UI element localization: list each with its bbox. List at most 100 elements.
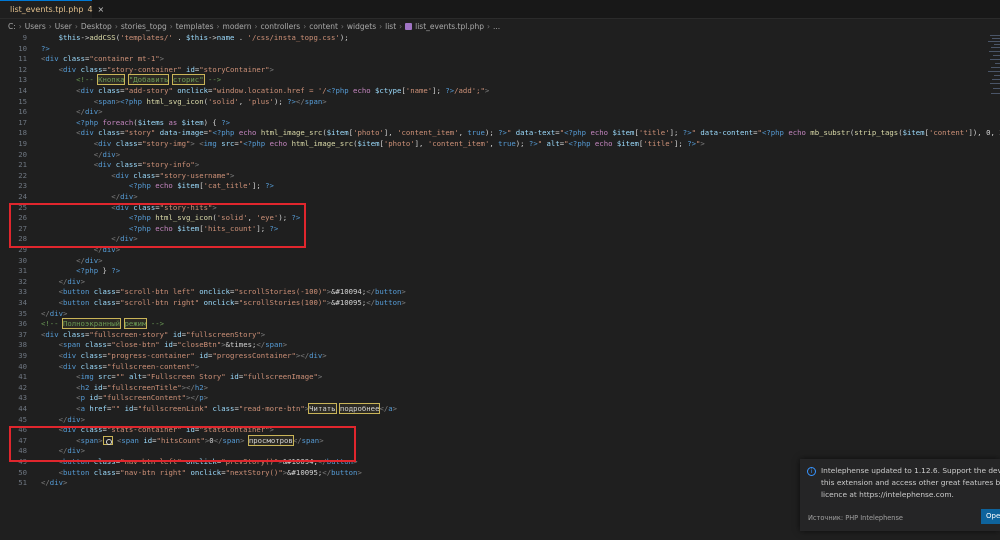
breadcrumb-item[interactable]: C: <box>8 22 16 31</box>
code-line[interactable]: 21 <div class="story-info"> <box>0 160 1000 171</box>
tab-problem-count: 4 <box>87 5 93 14</box>
code-line[interactable]: 16 </div> <box>0 107 1000 118</box>
line-number: 41 <box>18 372 27 382</box>
breadcrumb-item[interactable]: widgets <box>347 22 376 31</box>
code-text: <div class="container mt-1"> <box>41 54 165 64</box>
breadcrumb-item[interactable]: User <box>55 22 72 31</box>
code-line[interactable]: 39 <div class="progress-container" id="p… <box>0 351 1000 362</box>
code-line[interactable]: 15 <span><?php html_svg_icon('solid', 'p… <box>0 97 1000 108</box>
code-line[interactable]: 13 <!-- Кнопка "Добавить сторис" --> <box>0 74 1000 86</box>
line-number: 22 <box>18 170 27 180</box>
code-line[interactable]: 11 <div class="container mt-1"> <box>0 54 1000 65</box>
notification-source: Источник: PHP Intelephense <box>808 514 903 522</box>
code-line[interactable]: 34 <button class="scroll-btn right" oncl… <box>0 298 1000 309</box>
minimap-line <box>994 75 1000 76</box>
breadcrumb-item[interactable]: templates <box>176 22 214 31</box>
line-number: 9 <box>22 33 27 42</box>
line-number: 20 <box>18 149 27 159</box>
code-line[interactable]: 32 </div> <box>0 277 1000 288</box>
breadcrumb-item[interactable]: Desktop <box>81 22 112 31</box>
code-text: <div class="progress-container" id="prog… <box>58 351 327 360</box>
code-line[interactable]: 33 <button class="scroll-btn left" oncli… <box>0 287 1000 298</box>
breadcrumb-item[interactable]: controllers <box>261 22 301 31</box>
code-line[interactable]: 35 </div> <box>0 309 1000 320</box>
highlight-box-story-hits <box>9 203 306 248</box>
code-text: <?php echo $item['cat_title']; ?> <box>128 181 274 191</box>
code-line[interactable]: 22 <div class="story-username"> <box>0 171 1000 182</box>
code-text: </div> <box>93 149 121 159</box>
code-line[interactable]: 20 </div> <box>0 150 1000 161</box>
close-icon[interactable]: × <box>98 5 105 14</box>
code-line[interactable]: 10 ?> <box>0 44 1000 55</box>
notification-line: licence at https://intelephense.com. <box>821 490 954 499</box>
code-line[interactable]: 24 </div> <box>0 192 1000 203</box>
code-text: <div class="fullscreen-story" id="fullsc… <box>41 329 266 339</box>
code-line[interactable]: 18 <div class="story" data-image="<?php … <box>0 128 1000 139</box>
code-line[interactable]: 17 <?php foreach($items as $item) { ?> <box>0 118 1000 129</box>
code-text: <?php } ?> <box>76 266 121 276</box>
code-text: <div class="story-username"> <box>111 170 235 180</box>
breadcrumb-item[interactable]: modern <box>223 22 252 31</box>
minimap-line <box>995 63 1000 64</box>
breadcrumb-item[interactable]: Users <box>25 22 46 31</box>
line-number: 34 <box>18 298 27 307</box>
breadcrumb-item[interactable]: stories_topg <box>121 22 167 31</box>
line-number: 11 <box>18 54 27 64</box>
code-text: <span class="close-btn" id="closeBtn">&t… <box>58 340 288 350</box>
minimap-line <box>988 41 1000 42</box>
breadcrumb-item[interactable]: ... <box>493 22 500 31</box>
code-line[interactable]: 36 <!-- Полноэкранный режим --> <box>0 318 1000 330</box>
breadcrumb-item[interactable]: list_events.tpl.php <box>415 22 484 31</box>
code-line[interactable]: 37 <div class="fullscreen-story" id="full… <box>0 330 1000 341</box>
code-line[interactable]: 14 <div class="add-story" onclick="windo… <box>0 86 1000 97</box>
code-line[interactable]: 12 <div class="story-container" id="stor… <box>0 65 1000 76</box>
code-text: <img src="" alt="Fullscreen Story" id="f… <box>76 372 323 382</box>
code-line[interactable]: 30 </div> <box>0 256 1000 267</box>
code-text: <div class="story-container" id="storyCo… <box>58 64 274 74</box>
code-text: <h2 id="fullscreenTitle"></h2> <box>76 382 209 392</box>
breadcrumb-separator-icon: › <box>379 21 383 31</box>
code-line[interactable]: 44 <a href="" id="fullscreenLink" class=… <box>0 403 1000 415</box>
minimap-line <box>990 59 1000 60</box>
breadcrumb-item[interactable]: content <box>309 22 338 31</box>
line-number: 21 <box>18 160 27 170</box>
code-line[interactable]: 43 <p id="fullscreenContent"></p> <box>0 393 1000 404</box>
line-number: 37 <box>18 329 27 339</box>
breadcrumb-item[interactable]: list <box>385 22 396 31</box>
breadcrumb-separator-icon: › <box>18 21 22 31</box>
line-number: 42 <box>18 382 27 392</box>
line-number: 14 <box>18 86 27 95</box>
minimap-line <box>994 44 1000 45</box>
minimap-line <box>992 79 1000 80</box>
line-number: 17 <box>18 117 27 127</box>
line-number: 36 <box>18 319 27 329</box>
code-text: <button class="scroll-btn right" onclick… <box>58 298 406 307</box>
minimap[interactable] <box>986 33 1000 123</box>
tab-list-events[interactable]: list_events.tpl.php 4 × <box>0 0 104 18</box>
breadcrumb-separator-icon: › <box>399 21 403 31</box>
code-text: <div class="fullscreen-content"> <box>58 361 200 371</box>
minimap-line <box>988 71 1000 72</box>
breadcrumb-separator-icon: › <box>487 21 491 31</box>
code-text: </div> <box>41 478 68 488</box>
notification-toast: i Intelephense updated to 1.12.6. Suppor… <box>800 459 1000 531</box>
code-line[interactable]: 42 <h2 id="fullscreenTitle"></h2> <box>0 383 1000 394</box>
code-line[interactable]: 40 <div class="fullscreen-content"> <box>0 362 1000 373</box>
code-text: <button class="scroll-btn left" onclick=… <box>58 287 406 297</box>
code-line[interactable]: 41 <img src="" alt="Fullscreen Story" id… <box>0 372 1000 383</box>
code-line[interactable]: 45 </div> <box>0 415 1000 426</box>
code-line[interactable]: 9 $this->addCSS('templates/' . $this->na… <box>0 33 1000 44</box>
code-text: <div class="story-img"> <img src="<?php … <box>93 139 705 148</box>
code-line[interactable]: 38 <span class="close-btn" id="closeBtn"… <box>0 340 1000 351</box>
code-text: </div> <box>41 308 68 318</box>
code-line[interactable]: 19 <div class="story-img"> <img src="<?p… <box>0 139 1000 150</box>
code-line[interactable]: 23 <?php echo $item['cat_title']; ?> <box>0 181 1000 192</box>
open-button[interactable]: Ope <box>981 509 1000 524</box>
tab-label: list_events.tpl.php <box>10 5 84 14</box>
line-number: 51 <box>18 478 27 488</box>
line-number: 38 <box>18 340 27 350</box>
line-number: 24 <box>18 192 27 201</box>
code-line[interactable]: 31 <?php } ?> <box>0 266 1000 277</box>
minimap-line <box>989 51 1000 52</box>
minimap-line <box>993 88 1000 89</box>
